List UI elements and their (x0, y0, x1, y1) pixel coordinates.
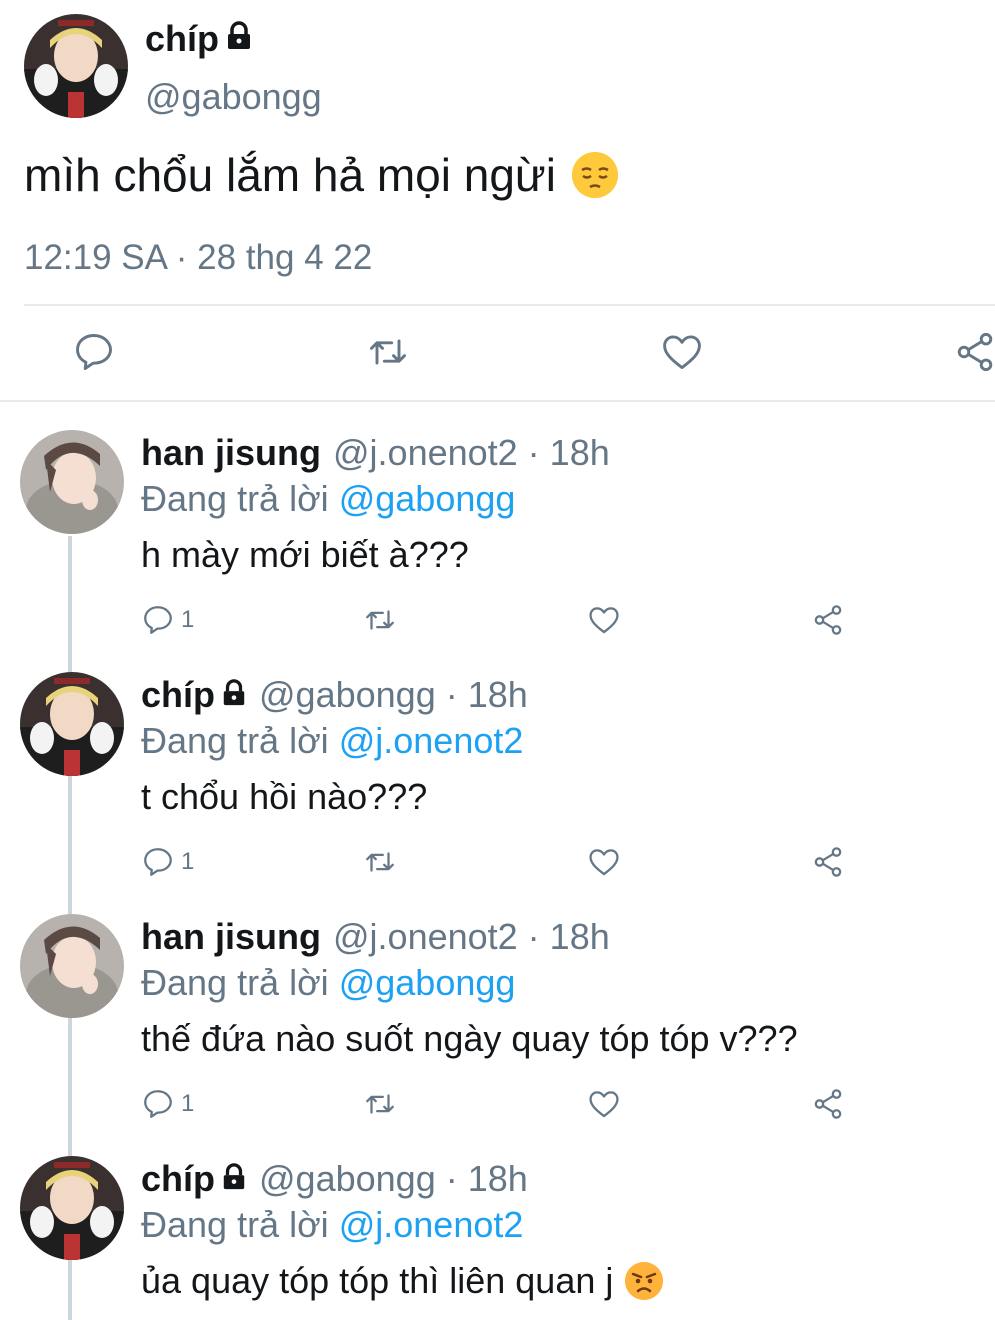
replying-to: Đang trả lời @gabongg (141, 478, 515, 520)
divider (24, 304, 995, 306)
replying-to: Đang trả lời @gabongg (141, 962, 515, 1004)
angry-face-icon (625, 1262, 664, 1300)
main-author-handle[interactable]: @gabongg (145, 76, 322, 118)
retweet-icon (366, 610, 394, 630)
reply-tweet[interactable]: han jisung @j.onenot2 · 18h Đang trả lời… (0, 430, 995, 672)
like-icon (589, 607, 619, 634)
reply-icon (144, 1090, 172, 1118)
reply-button[interactable]: 1 (141, 844, 194, 880)
share-button[interactable] (811, 602, 845, 638)
reply-icon (144, 606, 172, 634)
mention-link[interactable]: @gabongg (339, 962, 516, 1003)
main-author-name[interactable]: chíp (145, 18, 253, 60)
share-icon (814, 1089, 842, 1119)
tweet-text: mìh chổu lắm hả mọi ngừi (24, 149, 556, 201)
avatar[interactable] (20, 1156, 124, 1260)
reply-count: 1 (181, 1090, 195, 1117)
author-handle[interactable]: @j.onenot2 · 18h (333, 916, 610, 958)
author-name[interactable]: chíp (141, 1158, 215, 1200)
share-icon (957, 332, 993, 372)
reply-button[interactable] (72, 330, 116, 374)
main-avatar[interactable] (24, 14, 128, 118)
like-button[interactable] (587, 844, 621, 880)
author-handle[interactable]: @gabongg · 18h (259, 1158, 528, 1200)
replying-label: Đang trả lời (141, 962, 329, 1003)
like-button[interactable] (660, 330, 704, 374)
author-name[interactable]: chíp (141, 674, 215, 716)
replying-label: Đang trả lời (141, 1204, 329, 1245)
reply-text-content: ủa quay tóp tóp thì liên quan j (141, 1260, 614, 1301)
reply-button[interactable]: 1 (141, 602, 194, 638)
reply-icon (144, 848, 172, 876)
mention-link[interactable]: @gabongg (339, 478, 516, 519)
like-button[interactable] (587, 602, 621, 638)
main-tweet-text: mìh chổu lắm hả mọi ngừi (24, 148, 618, 202)
author-handle[interactable]: @gabongg · 18h (259, 674, 528, 716)
retweet-icon (366, 1094, 394, 1114)
author-handle[interactable]: @j.onenot2 · 18h (333, 432, 610, 474)
reply-tweet[interactable]: chíp @gabongg · 18h Đang trả lời @j.onen… (0, 1156, 995, 1320)
replying-to: Đang trả lời @j.onenot2 (141, 720, 523, 762)
reply-tweet[interactable]: chíp @gabongg · 18h Đang trả lời @j.onen… (0, 672, 995, 914)
avatar[interactable] (20, 914, 124, 1018)
tweet-timestamp[interactable]: 12:19 SA · 28 thg 4 22 (24, 238, 372, 278)
share-button[interactable] (953, 330, 995, 374)
avatar[interactable] (20, 672, 124, 776)
reply-actions: 1 (141, 602, 861, 642)
pensive-face-icon (571, 152, 618, 198)
mention-link[interactable]: @j.onenot2 (339, 720, 524, 761)
share-button[interactable] (811, 844, 845, 880)
retweet-button[interactable] (366, 330, 410, 374)
lock-icon (221, 674, 247, 716)
reply-text: h mày mới biết à??? (141, 534, 469, 575)
reply-button[interactable]: 1 (141, 1086, 194, 1122)
like-icon (663, 335, 701, 370)
replying-label: Đang trả lời (141, 478, 329, 519)
reply-count: 1 (181, 606, 195, 633)
reply-text: thế đứa nào suốt ngày quay tóp tóp v??? (141, 1018, 798, 1059)
lock-icon (225, 18, 253, 60)
share-icon (814, 847, 842, 877)
lock-icon (221, 1158, 247, 1200)
share-button[interactable] (811, 1086, 845, 1122)
reply-count: 1 (181, 848, 195, 875)
retweet-icon (366, 852, 394, 872)
retweet-button[interactable] (363, 1086, 397, 1122)
reply-text: ủa quay tóp tóp thì liên quan j (141, 1260, 664, 1302)
reply-actions: 1 (141, 844, 861, 884)
author-name[interactable]: han jisung (141, 432, 321, 474)
mention-link[interactable]: @j.onenot2 (339, 1204, 524, 1245)
retweet-icon (370, 339, 406, 365)
share-icon (814, 605, 842, 635)
like-button[interactable] (587, 1086, 621, 1122)
like-icon (589, 849, 619, 876)
divider (0, 400, 995, 402)
reply-icon (76, 334, 112, 370)
avatar[interactable] (20, 430, 124, 534)
like-icon (589, 1091, 619, 1118)
author-name[interactable]: han jisung (141, 916, 321, 958)
retweet-button[interactable] (363, 844, 397, 880)
reply-text: t chổu hồi nào??? (141, 776, 428, 817)
replying-label: Đang trả lời (141, 720, 329, 761)
reply-actions: 1 (141, 1086, 861, 1126)
author-name[interactable]: chíp (145, 18, 219, 60)
retweet-button[interactable] (363, 602, 397, 638)
reply-tweet[interactable]: han jisung @j.onenot2 · 18h Đang trả lời… (0, 914, 995, 1156)
replying-to: Đang trả lời @j.onenot2 (141, 1204, 523, 1246)
